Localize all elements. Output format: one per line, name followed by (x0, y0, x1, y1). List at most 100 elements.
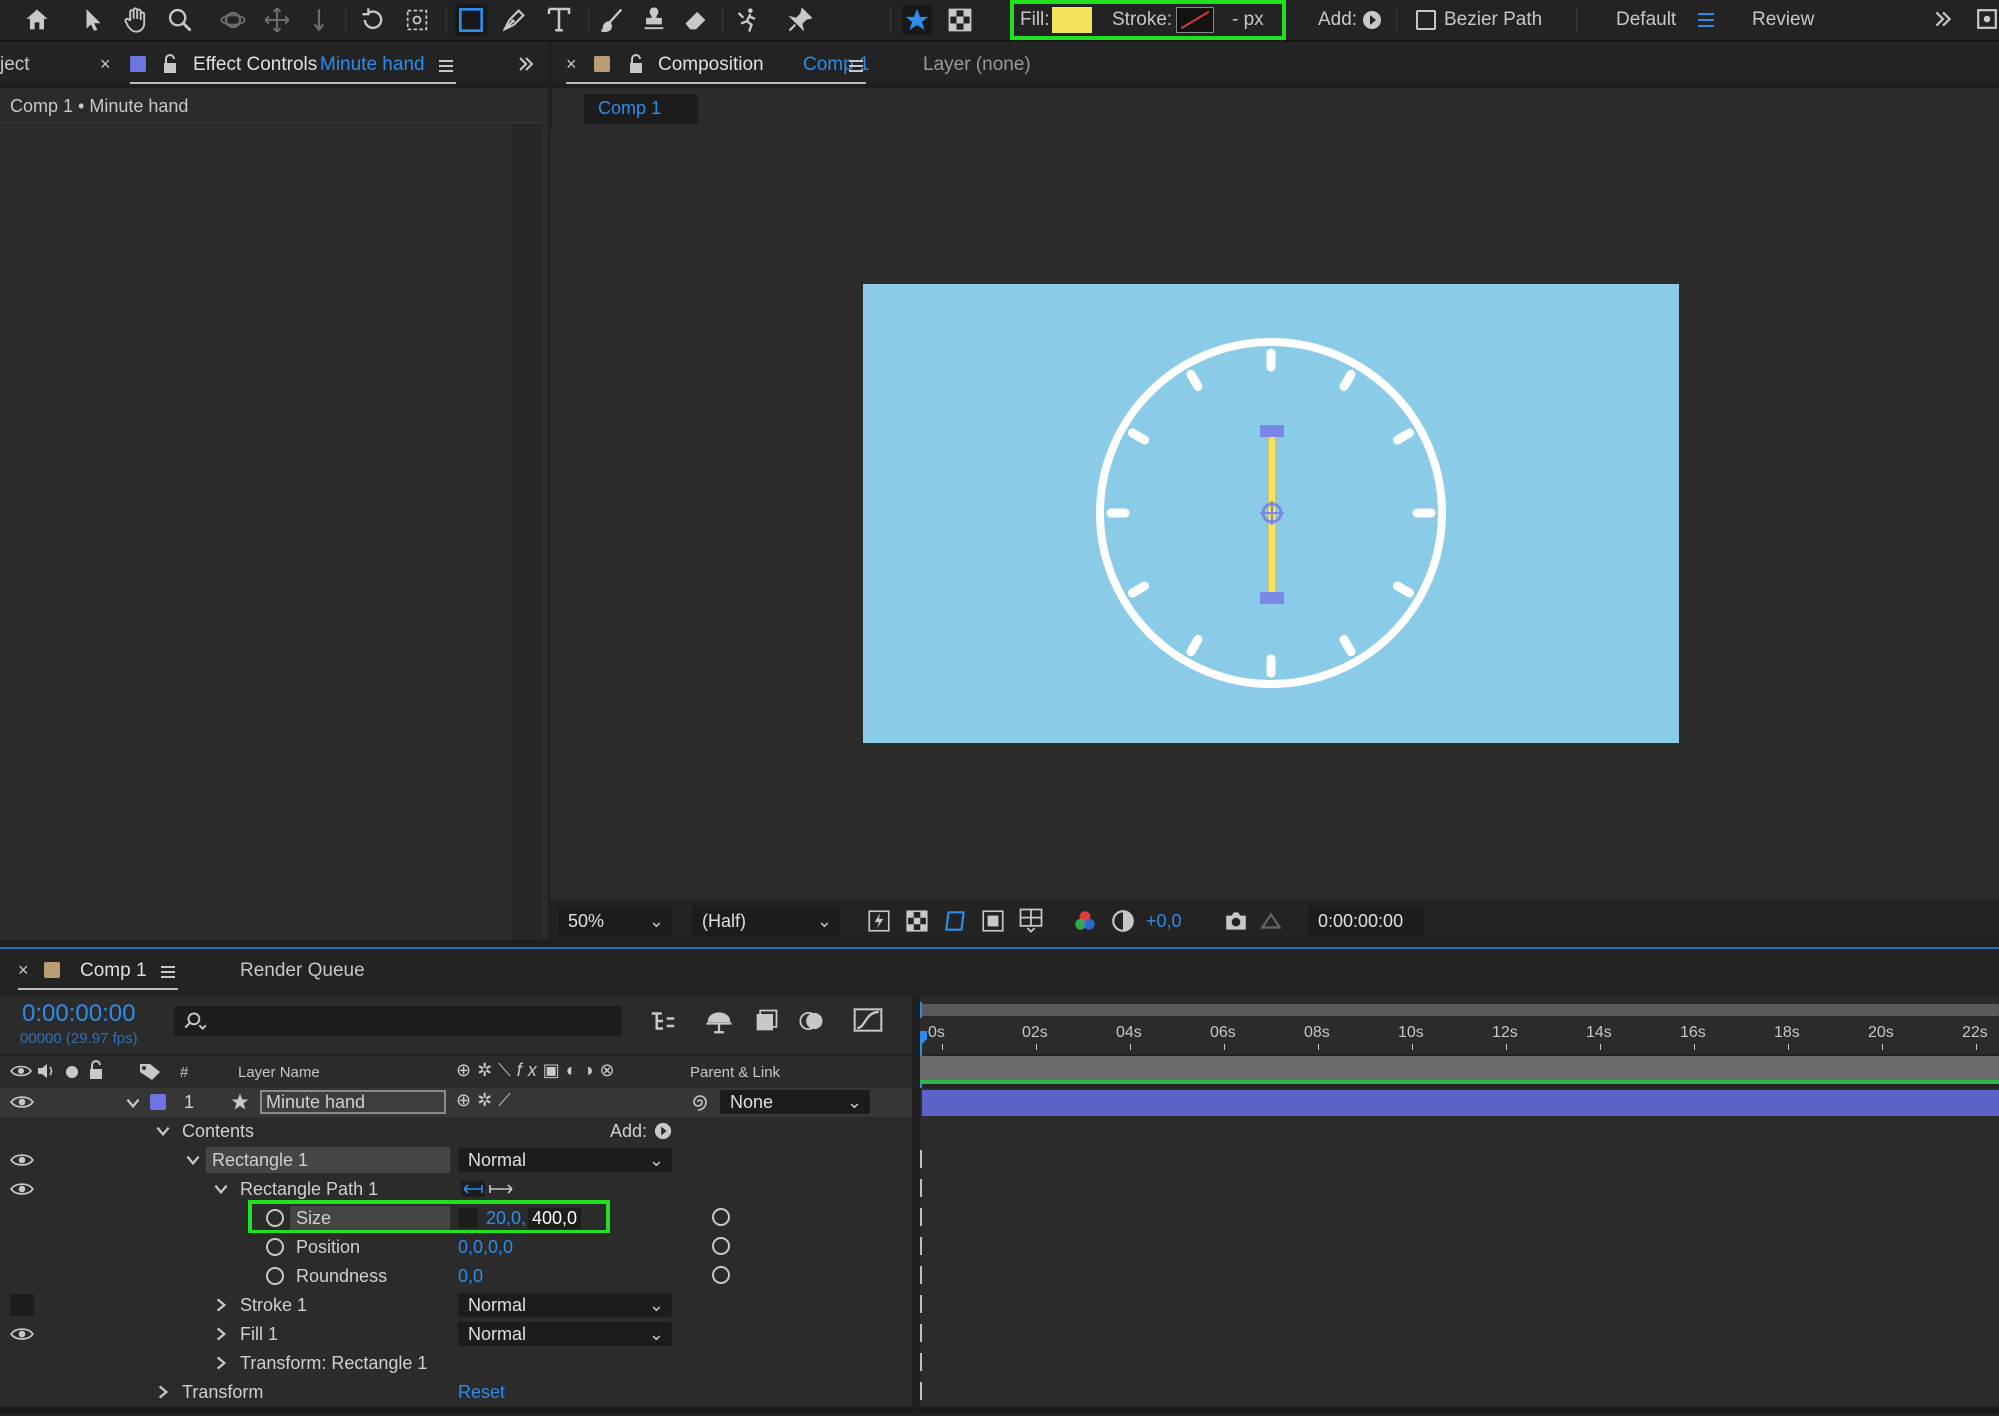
transparency-grid-toggle-icon[interactable] (904, 908, 930, 934)
size-height-value[interactable]: 400,0 (528, 1208, 582, 1229)
layer-label-color[interactable] (150, 1094, 166, 1110)
transform-chevron-icon[interactable] (154, 1383, 172, 1401)
resolution-dropdown[interactable]: (Half) ⌄ (692, 906, 840, 936)
layer-expand-chevron-icon[interactable] (124, 1094, 142, 1112)
render-queue-tab[interactable]: Render Queue (240, 960, 365, 982)
rectangle-1-blend-mode[interactable]: Normal ⌄ (458, 1148, 672, 1172)
work-area-bar[interactable] (912, 1004, 1999, 1016)
layer-tab[interactable]: Layer (none) (923, 54, 1031, 76)
stroke-visibility-off[interactable] (10, 1294, 34, 1316)
bezier-path-checkbox[interactable] (1416, 10, 1436, 30)
panel-menu-icon[interactable] (438, 58, 454, 74)
composition-tab-label[interactable]: Composition (658, 54, 764, 76)
layer-switches[interactable]: ⊕✲⟋ (456, 1090, 656, 1114)
fill-1-blend-mode[interactable]: Normal ⌄ (458, 1322, 672, 1346)
comp-breadcrumb-label[interactable]: Comp 1 (598, 98, 661, 119)
stroke-1-row[interactable] (0, 1291, 912, 1321)
size-constrain-toggle[interactable] (458, 1208, 478, 1228)
stroke-1-blend-mode[interactable]: Normal ⌄ (458, 1293, 672, 1317)
brush-tool-icon[interactable] (598, 6, 626, 34)
panel-lock-icon[interactable] (162, 54, 178, 74)
transform-rectangle-chevron-icon[interactable] (212, 1354, 230, 1372)
exposure-value[interactable]: +0,0 (1146, 911, 1182, 932)
rectangle-1-row[interactable] (0, 1146, 912, 1176)
grid-guides-icon[interactable] (1016, 906, 1046, 934)
snapshot-camera-icon[interactable] (1222, 908, 1250, 934)
region-of-interest-icon[interactable] (980, 908, 1006, 934)
puppet-pin-tool-icon[interactable] (786, 6, 814, 34)
path-direction-icon[interactable] (460, 1180, 516, 1198)
position-value[interactable]: 0,0,0,0 (458, 1237, 513, 1258)
eraser-tool-icon[interactable] (682, 6, 710, 34)
eye-icon[interactable] (10, 1179, 34, 1199)
position-property-row[interactable] (0, 1233, 912, 1263)
comp-flowchart-icon[interactable] (648, 1008, 678, 1034)
position-stopwatch-icon[interactable] (266, 1238, 284, 1256)
frame-blending-icon[interactable] (752, 1008, 780, 1034)
composition-canvas[interactable] (863, 284, 1679, 743)
minute-hand-bottom-handle[interactable] (1260, 592, 1284, 604)
clone-stamp-tool-icon[interactable] (640, 6, 668, 34)
hand-tool-icon[interactable] (122, 6, 150, 34)
position-expression-icon[interactable] (712, 1237, 730, 1255)
comp-lock-icon[interactable] (628, 54, 644, 74)
transform-reset-link[interactable]: Reset (458, 1382, 505, 1403)
contents-row[interactable] (0, 1117, 912, 1147)
stroke-1-chevron-icon[interactable] (212, 1296, 230, 1314)
selection-tool-icon[interactable] (80, 6, 106, 34)
effect-controls-scrollbar[interactable] (512, 124, 542, 940)
reset-exposure-icon[interactable] (1110, 908, 1136, 934)
draft-3d-icon[interactable] (704, 1008, 734, 1034)
pan-behind-tool-icon[interactable] (402, 6, 432, 34)
eye-icon[interactable] (10, 1150, 34, 1170)
pan-camera-icon[interactable] (262, 6, 292, 34)
roundness-value[interactable]: 0,0 (458, 1266, 483, 1287)
current-time-display[interactable]: 0:00:00:00 (1308, 906, 1424, 936)
close-tab-icon[interactable]: × (100, 54, 111, 75)
timeline-search-input[interactable] (174, 1006, 622, 1036)
color-channels-icon[interactable] (1072, 908, 1098, 934)
contents-add-icon[interactable] (654, 1122, 672, 1140)
transform-row[interactable] (0, 1378, 912, 1408)
type-tool-icon[interactable] (544, 4, 574, 34)
workspace-review[interactable]: Review (1752, 9, 1814, 31)
workspace-menu-icon[interactable] (1696, 10, 1716, 30)
size-stopwatch-icon[interactable] (266, 1209, 284, 1227)
graph-editor-icon[interactable] (852, 1006, 884, 1034)
expand-workspaces-icon[interactable] (1932, 8, 1954, 30)
effect-controls-tab-target[interactable]: Minute hand (320, 54, 425, 76)
roundness-stopwatch-icon[interactable] (266, 1267, 284, 1285)
fill-1-chevron-icon[interactable] (212, 1325, 230, 1343)
orbit-camera-icon[interactable] (218, 6, 248, 34)
size-width-value[interactable]: 20,0, (486, 1208, 526, 1229)
effect-controls-tab-label[interactable]: Effect Controls (193, 54, 317, 76)
fill-color-swatch[interactable] (1052, 7, 1092, 33)
layer-name[interactable]: Minute hand (266, 1092, 365, 1113)
expand-panels-icon[interactable] (516, 54, 536, 74)
eye-icon[interactable] (10, 1092, 34, 1112)
rectangle-tool-icon[interactable] (455, 4, 487, 36)
comp-panel-menu-icon[interactable] (848, 58, 864, 74)
fill-label[interactable]: Fill: (1020, 9, 1050, 31)
rectangle-1-label[interactable]: Rectangle 1 (212, 1150, 308, 1171)
roundness-expression-icon[interactable] (712, 1266, 730, 1284)
stroke-width-value[interactable]: - px (1232, 9, 1264, 31)
motion-blur-icon[interactable] (798, 1008, 826, 1034)
rectangle-1-chevron-icon[interactable] (184, 1151, 202, 1169)
close-timeline-tab-icon[interactable]: × (18, 960, 29, 981)
fast-previews-icon[interactable] (866, 908, 892, 934)
rotate-tool-icon[interactable] (358, 6, 388, 34)
show-snapshot-icon[interactable] (1258, 908, 1284, 934)
zoom-dropdown[interactable]: 50% ⌄ (558, 906, 672, 936)
transform-rectangle-row[interactable] (0, 1349, 912, 1379)
parent-dropdown[interactable]: None ⌄ (720, 1090, 870, 1114)
timeline-tab-label[interactable]: Comp 1 (80, 960, 147, 982)
workspace-default[interactable]: Default (1616, 9, 1676, 31)
roto-brush-tool-icon[interactable] (732, 6, 764, 34)
pick-whip-icon[interactable] (690, 1092, 710, 1112)
dolly-camera-icon[interactable] (306, 6, 332, 34)
stroke-label[interactable]: Stroke: (1112, 9, 1172, 31)
search-help-icon[interactable] (1976, 8, 1998, 30)
transparency-grid-icon[interactable] (946, 6, 974, 34)
pen-tool-icon[interactable] (500, 6, 528, 34)
